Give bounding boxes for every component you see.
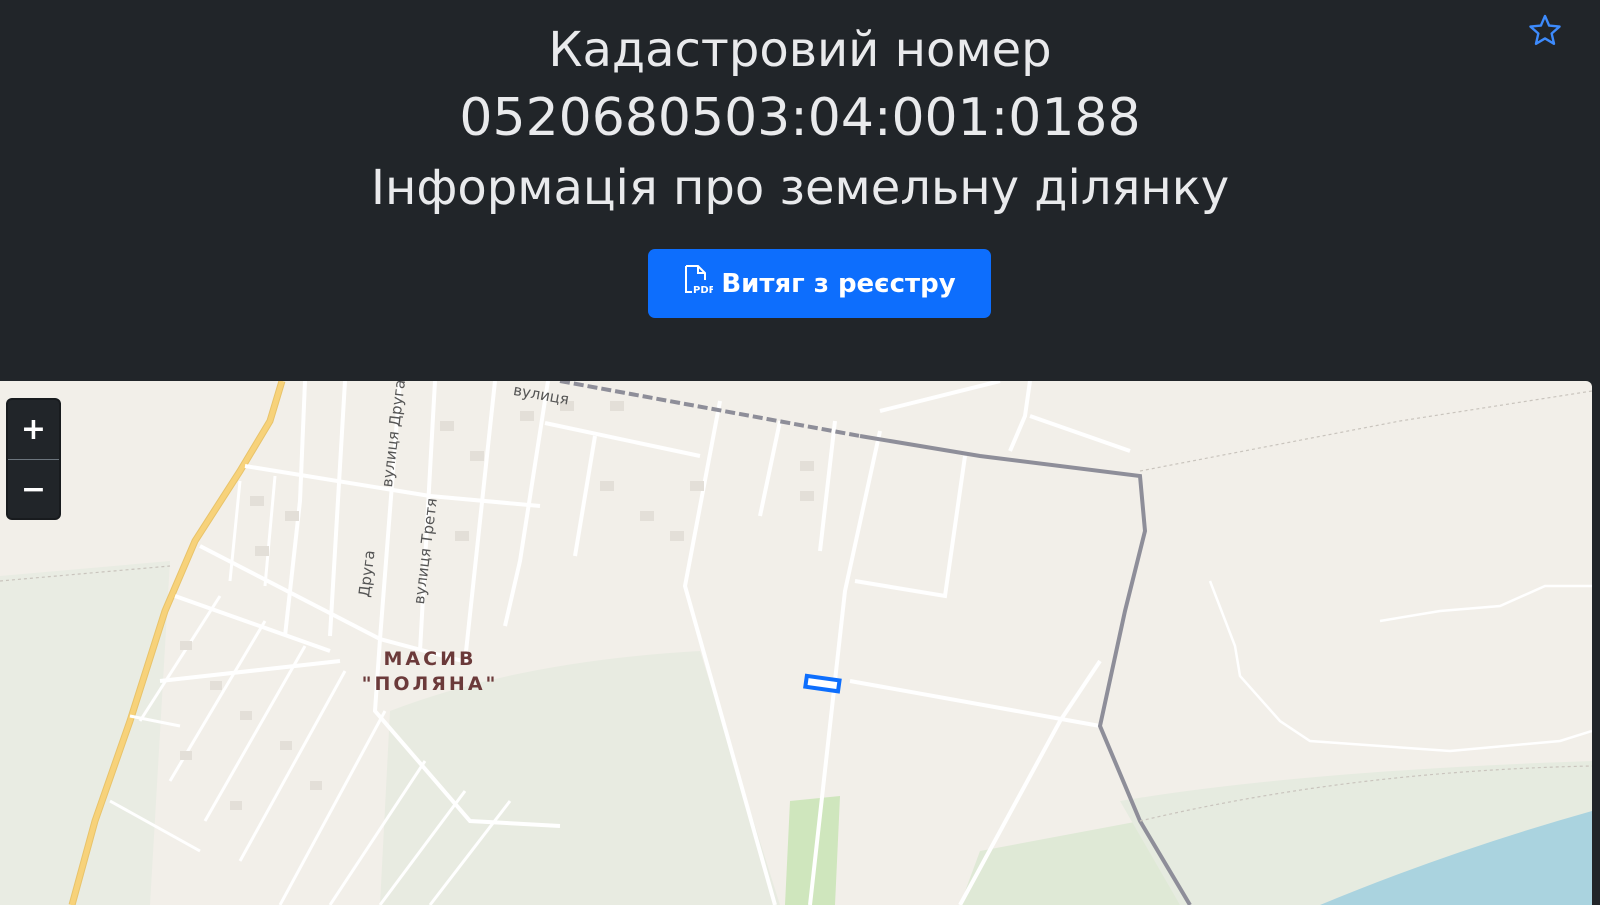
pdf-file-icon: PDF xyxy=(683,264,716,303)
cadastral-number: 0520680503:04:001:0188 xyxy=(459,88,1141,148)
place-label: МАСИВ "ПОЛЯНА" xyxy=(330,647,530,697)
place-label-line1: МАСИВ xyxy=(383,648,477,670)
page-title-line3: Інформація про земельну ділянку xyxy=(370,160,1230,216)
registry-extract-button[interactable]: PDF Витяг з реєстру xyxy=(648,249,991,318)
zoom-out-button[interactable]: − xyxy=(8,460,59,518)
pdf-icon-text: PDF xyxy=(693,285,713,296)
place-label-line2: "ПОЛЯНА" xyxy=(361,673,499,695)
map-base-layer xyxy=(0,381,1592,905)
map-view[interactable]: + − МАСИВ "ПОЛЯНА" вулиця Друга Друга ву… xyxy=(0,381,1592,905)
zoom-in-button[interactable]: + xyxy=(8,400,59,459)
page-header: Кадастровий номер 0520680503:04:001:0188… xyxy=(0,0,1600,380)
zoom-control: + − xyxy=(6,398,61,520)
page-title-line1: Кадастровий номер xyxy=(548,22,1052,78)
registry-extract-label: Витяг з реєстру xyxy=(721,268,956,299)
star-icon[interactable] xyxy=(1526,12,1564,50)
parcel-highlight xyxy=(803,673,842,694)
